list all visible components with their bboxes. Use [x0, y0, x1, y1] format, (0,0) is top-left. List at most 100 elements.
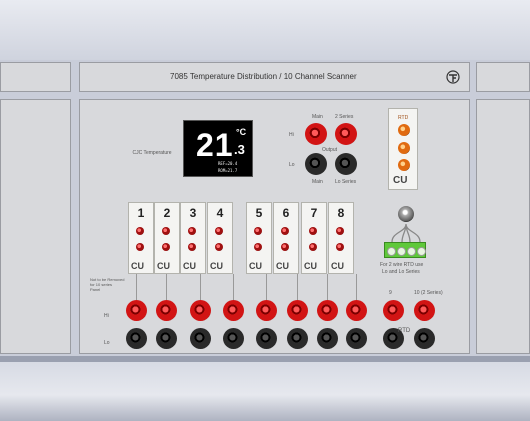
channel-number: 8: [337, 206, 345, 220]
output-label-2series-top: 2 Series: [335, 114, 354, 120]
channel-6-hi-jack[interactable]: [287, 300, 308, 321]
channel-1-hi-jack[interactable]: [126, 300, 147, 321]
channel-card-1: 1 CU: [128, 202, 154, 274]
card-socket[interactable]: [162, 243, 170, 251]
channel-3-lo-jack[interactable]: [190, 328, 211, 349]
display-line-2: ROM=21.7: [218, 168, 238, 173]
output-jack-main-lo[interactable]: [305, 153, 327, 175]
channel-2-hi-jack[interactable]: [156, 300, 177, 321]
right-blank-panel-lower: [476, 99, 530, 354]
card-socket[interactable]: [215, 227, 223, 235]
channel-4-lo-jack[interactable]: [223, 328, 244, 349]
channel-wire: [266, 274, 267, 300]
rtd-label: RTD: [398, 328, 411, 334]
channel-3-hi-jack[interactable]: [190, 300, 211, 321]
output-jack-series-hi[interactable]: [335, 123, 357, 145]
card-cu: CU: [304, 261, 317, 271]
channel-card-3: 3 CU: [180, 202, 206, 274]
channel-8-lo-jack[interactable]: [346, 328, 367, 349]
output-jack-series-lo[interactable]: [335, 153, 357, 175]
channel-card-8: 8 CU: [328, 202, 354, 274]
channel-wire: [136, 274, 137, 300]
channel-wire: [327, 274, 328, 300]
channel-wire: [233, 274, 234, 300]
channel-card-4: 4 CU: [207, 202, 233, 274]
card-cu: CU: [183, 261, 196, 271]
card-cu: CU: [210, 261, 223, 271]
tp-logo-icon: [446, 70, 460, 84]
title-strip: 7085 Temperature Distribution / 10 Chann…: [79, 62, 470, 92]
wire-bundle-icon: [386, 223, 426, 244]
rtd-socket-2[interactable]: [398, 142, 410, 154]
card-socket[interactable]: [254, 227, 262, 235]
cjc-caption: CJC Temperature: [132, 150, 172, 156]
left-blank-panel-lower: [0, 99, 71, 354]
card-socket[interactable]: [336, 227, 344, 235]
channel-2-lo-jack[interactable]: [156, 328, 177, 349]
terminal-note-line-1: For 2 wire RTD use: [380, 262, 424, 268]
green-terminal-block[interactable]: [384, 242, 426, 258]
card-socket[interactable]: [336, 243, 344, 251]
output-label-hi: Hi: [289, 132, 294, 138]
output-label-lo: Lo: [289, 162, 295, 168]
channel-5-lo-jack[interactable]: [256, 328, 277, 349]
channel-5-hi-jack[interactable]: [256, 300, 277, 321]
row-label-hi: Hi: [104, 313, 109, 319]
channel-10-lo-jack[interactable]: [414, 328, 435, 349]
channel-number: 3: [189, 206, 197, 220]
card-cu: CU: [157, 261, 170, 271]
range-toggle-switch[interactable]: [398, 206, 414, 222]
channel-wire: [166, 274, 167, 300]
channel-7-hi-jack[interactable]: [317, 300, 338, 321]
channel-card-7: 7 CU: [301, 202, 327, 274]
card-socket[interactable]: [136, 243, 144, 251]
left-blank-panel: [0, 62, 71, 92]
main-panel: CJC Temperature 21 °C .3 REF=20.4 ROM=21…: [79, 99, 470, 354]
channel-4-hi-jack[interactable]: [223, 300, 244, 321]
temperature-unit: °C: [236, 127, 247, 137]
channel-number: 6: [282, 206, 290, 220]
top-chassis-band: [0, 0, 530, 60]
channel-wire: [356, 274, 357, 300]
output-jack-main-hi[interactable]: [305, 123, 327, 145]
card-socket[interactable]: [254, 243, 262, 251]
card-socket[interactable]: [188, 227, 196, 235]
channel-9-label: 9: [389, 290, 392, 296]
card-socket[interactable]: [188, 243, 196, 251]
channel-7-lo-jack[interactable]: [317, 328, 338, 349]
output-label-middle: Output: [322, 147, 338, 153]
card-socket[interactable]: [281, 243, 289, 251]
display-line-1: REF=20.4: [218, 161, 238, 166]
channel-number: 1: [137, 206, 145, 220]
channel-number: 7: [310, 206, 318, 220]
output-label-main-bottom: Main: [312, 179, 323, 185]
rtd-socket-3[interactable]: [398, 159, 410, 171]
bottom-chassis-band: [0, 356, 530, 421]
terminal-note-line-2: Lo and Lo Series: [382, 269, 420, 275]
channel-10-label: 10 (2 Series): [414, 290, 443, 296]
channel-8-hi-jack[interactable]: [346, 300, 367, 321]
card-socket[interactable]: [136, 227, 144, 235]
channel-9-hi-jack[interactable]: [383, 300, 404, 321]
rtd-box-cu: CU: [393, 175, 408, 186]
card-cu: CU: [131, 261, 144, 271]
rtd-input-box: RTD CU: [388, 108, 418, 190]
left-note-3: Panel: [90, 287, 101, 292]
temperature-display: 21 °C .3 REF=20.4 ROM=21.7: [183, 120, 253, 177]
card-socket[interactable]: [309, 227, 317, 235]
card-cu: CU: [276, 261, 289, 271]
card-socket[interactable]: [281, 227, 289, 235]
card-socket[interactable]: [162, 227, 170, 235]
card-cu: CU: [331, 261, 344, 271]
rtd-box-label: RTD: [398, 115, 409, 121]
temperature-decimal: .3: [234, 142, 245, 157]
rtd-socket-1[interactable]: [398, 124, 410, 136]
card-socket[interactable]: [215, 243, 223, 251]
channel-1-lo-jack[interactable]: [126, 328, 147, 349]
channel-10-hi-jack[interactable]: [414, 300, 435, 321]
channel-card-2: 2 CU: [154, 202, 180, 274]
card-socket[interactable]: [309, 243, 317, 251]
channel-6-lo-jack[interactable]: [287, 328, 308, 349]
channel-number: 2: [163, 206, 171, 220]
channel-wire: [200, 274, 201, 300]
